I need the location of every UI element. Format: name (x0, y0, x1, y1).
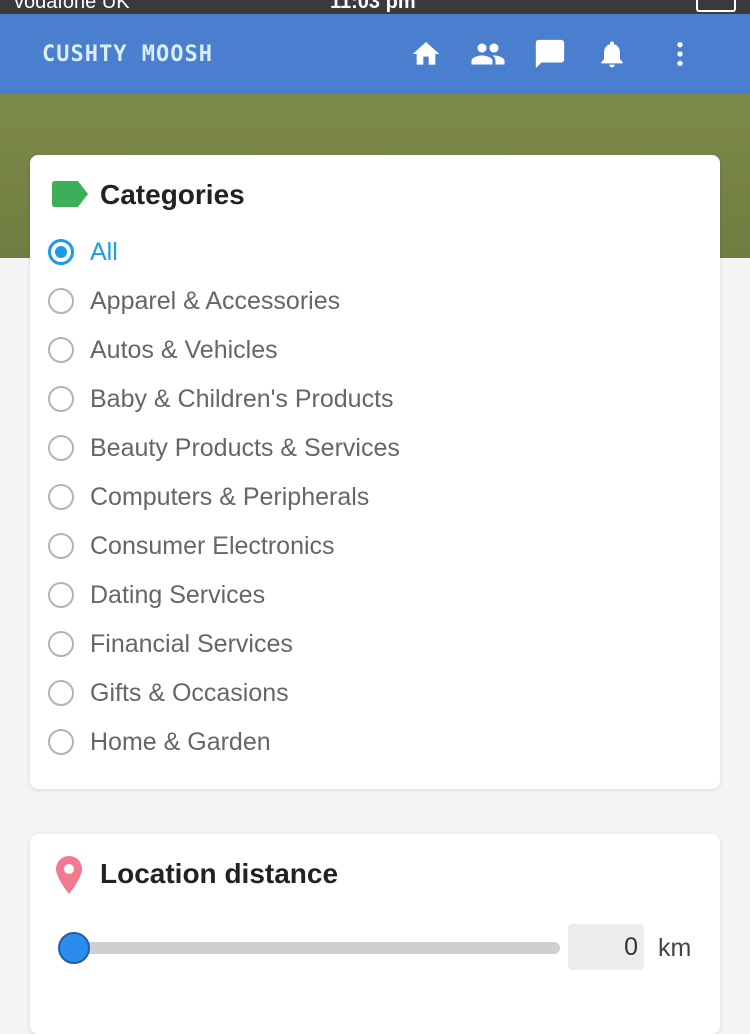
category-label: All (90, 237, 118, 266)
category-label: Apparel & Accessories (90, 286, 341, 315)
category-label: Computers & Peripherals (90, 482, 370, 511)
radio-button[interactable] (48, 386, 74, 412)
status-bar: vodafone UK 11:03 pm (0, 0, 750, 14)
home-icon[interactable] (408, 36, 444, 72)
category-option-baby[interactable]: Baby & Children's Products (48, 379, 394, 419)
category-label: Baby & Children's Products (90, 384, 394, 413)
people-icon[interactable] (470, 36, 506, 72)
category-label: Financial Services (90, 629, 293, 658)
radio-button[interactable] (48, 533, 74, 559)
location-title: Location distance (100, 858, 339, 889)
app-header: CUSHTY MOOSH (0, 14, 750, 94)
bell-icon[interactable] (594, 36, 630, 72)
distance-slider-thumb[interactable] (58, 932, 90, 964)
category-option-beauty[interactable]: Beauty Products & Services (48, 428, 400, 468)
category-option-dating[interactable]: Dating Services (48, 575, 265, 615)
status-time: 11:03 pm (330, 0, 416, 13)
radio-button[interactable] (48, 288, 74, 314)
radio-button[interactable] (48, 582, 74, 608)
category-label: Beauty Products & Services (90, 433, 400, 462)
tag-icon (52, 181, 88, 212)
distance-slider-track[interactable] (76, 942, 560, 954)
carrier-name: vodafone UK (14, 0, 130, 13)
category-option-home-garden[interactable]: Home & Garden (48, 722, 271, 762)
distance-unit-label: km (658, 934, 692, 962)
map-pin-icon (56, 856, 82, 899)
category-label: Home & Garden (90, 727, 271, 756)
location-card: Location distance 0 km (30, 834, 720, 1034)
radio-button[interactable] (48, 484, 74, 510)
chat-icon[interactable] (532, 36, 568, 72)
radio-button-checked[interactable] (48, 239, 74, 265)
category-option-financial[interactable]: Financial Services (48, 624, 293, 664)
category-label: Dating Services (90, 580, 266, 609)
category-option-all[interactable]: All (48, 232, 118, 272)
radio-button[interactable] (48, 680, 74, 706)
battery-icon (696, 0, 736, 12)
category-option-gifts[interactable]: Gifts & Occasions (48, 673, 289, 713)
radio-button[interactable] (48, 729, 74, 755)
category-option-computers[interactable]: Computers & Peripherals (48, 477, 369, 517)
app-logo[interactable]: CUSHTY MOOSH (42, 42, 213, 67)
radio-button[interactable] (48, 631, 74, 657)
radio-button[interactable] (48, 337, 74, 363)
distance-input[interactable]: 0 (568, 924, 644, 970)
more-vertical-icon[interactable] (662, 36, 698, 72)
categories-card: Categories All Apparel & Accessories Aut… (30, 155, 720, 789)
category-option-electronics[interactable]: Consumer Electronics (48, 526, 335, 566)
category-label: Autos & Vehicles (90, 335, 278, 364)
category-option-apparel[interactable]: Apparel & Accessories (48, 281, 340, 321)
category-label: Consumer Electronics (90, 531, 335, 560)
categories-title: Categories (100, 179, 245, 210)
category-label: Gifts & Occasions (90, 678, 289, 707)
category-option-autos[interactable]: Autos & Vehicles (48, 330, 278, 370)
radio-button[interactable] (48, 435, 74, 461)
